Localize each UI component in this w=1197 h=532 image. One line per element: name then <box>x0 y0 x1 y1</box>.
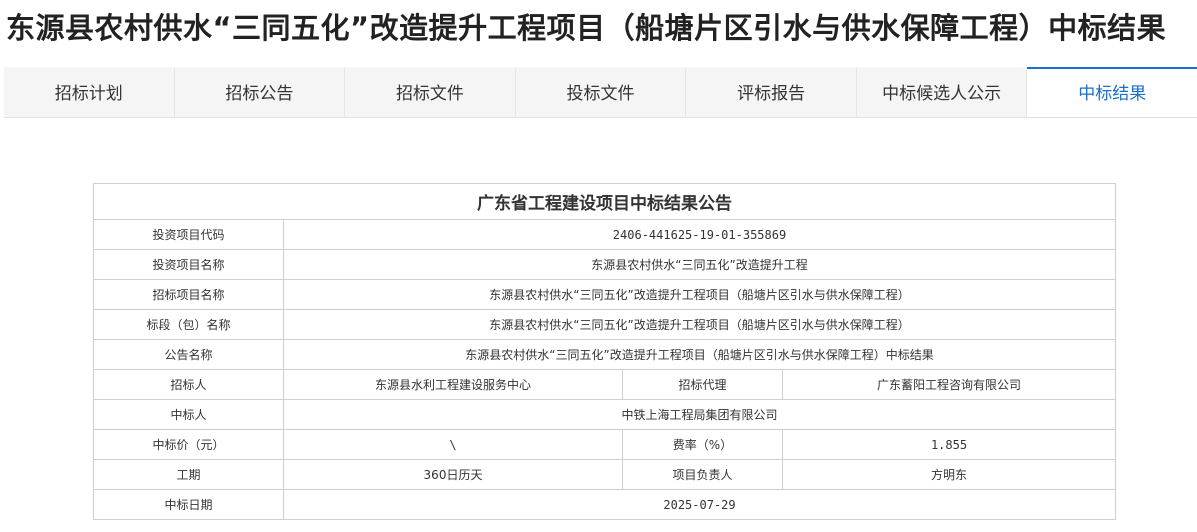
field-label: 招标人 <box>93 369 284 400</box>
table-row: 工期 360日历天 项目负责人 方明东 <box>93 459 1116 490</box>
table-row: 公告名称 东源县农村供水“三同五化”改造提升工程项目（船塘片区引水与供水保障工程… <box>93 339 1116 370</box>
rate-value: 1.855 <box>782 429 1116 460</box>
tenderer-value: 东源县水利工程建设服务中心 <box>283 369 623 400</box>
field-label: 投资项目代码 <box>93 219 284 250</box>
tab-bid-plan[interactable]: 招标计划 <box>4 67 175 117</box>
winner-value: 中铁上海工程局集团有限公司 <box>283 399 1116 430</box>
field-label: 工期 <box>93 459 284 490</box>
table-row: 招标人 东源县水利工程建设服务中心 招标代理 广东蓄阳工程咨询有限公司 <box>93 369 1116 400</box>
table-caption-row: 广东省工程建设项目中标结果公告 <box>93 183 1116 220</box>
manager-value: 方明东 <box>782 459 1116 490</box>
project-name-value: 东源县农村供水“三同五化”改造提升工程 <box>283 249 1116 280</box>
field-label: 中标日期 <box>93 489 284 520</box>
field-label: 公告名称 <box>93 339 284 370</box>
table-row: 招标项目名称 东源县农村供水“三同五化”改造提升工程项目（船塘片区引水与供水保障… <box>93 279 1116 310</box>
table-row: 中标人 中铁上海工程局集团有限公司 <box>93 399 1116 430</box>
tab-evaluation-report[interactable]: 评标报告 <box>686 67 857 117</box>
period-value: 360日历天 <box>283 459 623 490</box>
field-label: 费率（%） <box>622 429 783 460</box>
tender-project-value: 东源县农村供水“三同五化”改造提升工程项目（船塘片区引水与供水保障工程） <box>283 279 1116 310</box>
table-row: 中标价（元） \ 费率（%） 1.855 <box>93 429 1116 460</box>
table-row: 投资项目名称 东源县农村供水“三同五化”改造提升工程 <box>93 249 1116 280</box>
section-value: 东源县农村供水“三同五化”改造提升工程项目（船塘片区引水与供水保障工程） <box>283 309 1116 340</box>
tab-award-result[interactable]: 中标结果 <box>1027 67 1197 117</box>
field-label: 标段（包）名称 <box>93 309 284 340</box>
project-code-value: 2406-441625-19-01-355869 <box>283 219 1116 250</box>
page-title: 东源县农村供水“三同五化”改造提升工程项目（船塘片区引水与供水保障工程）中标结果 <box>6 11 1167 45</box>
tab-tender-documents[interactable]: 投标文件 <box>515 67 687 117</box>
tab-bid-documents[interactable]: 招标文件 <box>345 67 516 117</box>
tab-bar: 招标计划 招标公告 招标文件 投标文件 评标报告 中标候选人公示 中标结果 <box>4 67 1197 118</box>
announcement-value: 东源县农村供水“三同五化”改造提升工程项目（船塘片区引水与供水保障工程）中标结果 <box>283 339 1116 370</box>
tab-bid-announcement[interactable]: 招标公告 <box>174 67 346 117</box>
field-label: 招标项目名称 <box>93 279 284 310</box>
price-value: \ <box>283 429 623 460</box>
field-label: 中标价（元） <box>93 429 284 460</box>
table-row: 标段（包）名称 东源县农村供水“三同五化”改造提升工程项目（船塘片区引水与供水保… <box>93 309 1116 340</box>
table-row: 中标日期 2025-07-29 <box>93 489 1116 520</box>
field-label: 中标人 <box>93 399 284 430</box>
award-result-table: 广东省工程建设项目中标结果公告 投资项目代码 2406-441625-19-01… <box>93 183 1116 520</box>
tab-candidate-publicity[interactable]: 中标候选人公示 <box>856 67 1028 117</box>
field-label: 项目负责人 <box>622 459 783 490</box>
notice-caption: 广东省工程建设项目中标结果公告 <box>93 183 1116 220</box>
agent-value: 广东蓄阳工程咨询有限公司 <box>782 369 1116 400</box>
table-row: 投资项目代码 2406-441625-19-01-355869 <box>93 219 1116 250</box>
field-label: 投资项目名称 <box>93 249 284 280</box>
field-label: 招标代理 <box>622 369 783 400</box>
award-date-value: 2025-07-29 <box>283 489 1116 520</box>
